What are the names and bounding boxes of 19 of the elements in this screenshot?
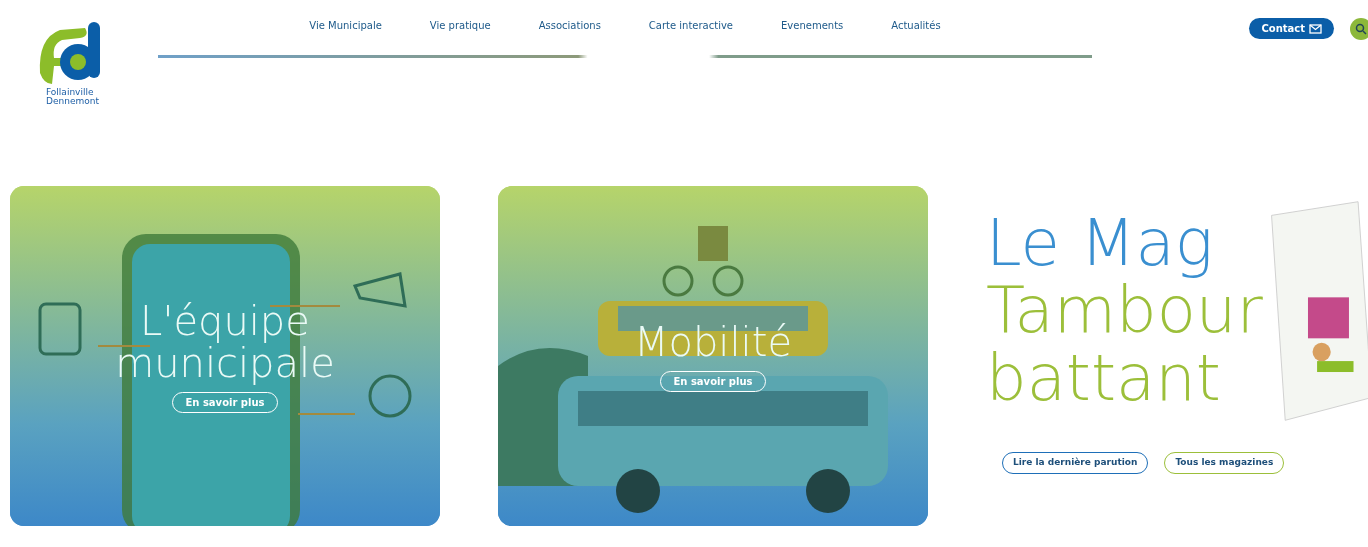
envelope-icon xyxy=(1309,23,1322,34)
magazine-button[interactable]: Tous les magazines xyxy=(1164,452,1285,474)
nav-link[interactable]: Evenements xyxy=(781,18,844,33)
nav-link[interactable]: Vie pratique xyxy=(429,18,491,33)
card-title: L'équipe xyxy=(139,299,311,342)
magazine-title: battant xyxy=(986,344,1222,412)
nav-link[interactable]: Associations xyxy=(538,18,601,33)
nav-link[interactable]: Actualités xyxy=(891,18,941,33)
magazine-title: Tambour xyxy=(986,277,1263,345)
logo-text: Dennemont xyxy=(46,97,100,107)
search-icon xyxy=(1355,23,1367,35)
logo-text: Follainville xyxy=(46,88,95,97)
magazine-button[interactable]: Lire la dernière parution xyxy=(1002,452,1149,474)
card-title: Mobilité xyxy=(634,320,792,363)
nav-link[interactable]: Carte interactive xyxy=(648,18,733,33)
magazine-title: Le Mag xyxy=(986,210,1215,278)
nav-link[interactable]: Vie Municipale xyxy=(309,18,382,33)
contact-button[interactable]: Contact xyxy=(1249,18,1334,39)
search-button[interactable] xyxy=(1350,18,1368,40)
